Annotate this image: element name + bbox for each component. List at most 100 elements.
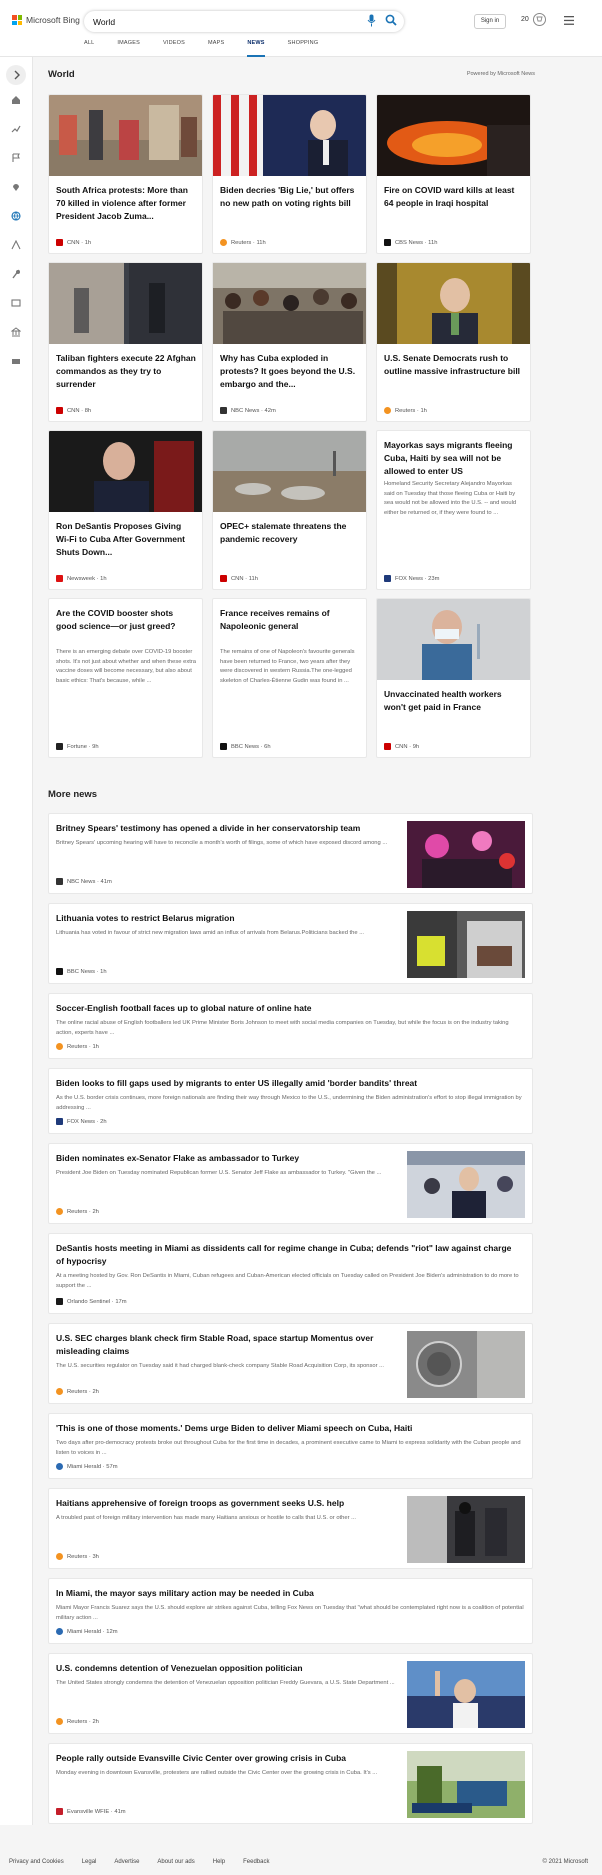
tab-shopping[interactable]: SHOPPING (288, 40, 319, 57)
science-icon[interactable] (11, 269, 21, 279)
card-title[interactable]: Unvaccinated health workers won't get pa… (384, 688, 524, 714)
list-item-title[interactable]: Biden looks to fill gaps used by migrant… (56, 1077, 417, 1090)
politics-icon[interactable] (11, 327, 21, 337)
card-source: Reuters · 11h (220, 239, 266, 246)
news-list-item[interactable]: Biden nominates ex-Senator Flake as amba… (48, 1143, 533, 1224)
news-card[interactable]: Mayorkas says migrants fleeing Cuba, Hai… (376, 430, 531, 590)
business-icon[interactable] (11, 240, 21, 250)
card-title[interactable]: Fire on COVID ward kills at least 64 peo… (384, 184, 524, 210)
card-image (49, 263, 202, 344)
list-item-title[interactable]: U.S. condemns detention of Venezuelan op… (56, 1662, 303, 1675)
list-item-image (407, 1151, 525, 1218)
news-list-item[interactable]: DeSantis hosts meeting in Miami as dissi… (48, 1233, 533, 1314)
news-card[interactable]: Are the COVID booster shots good science… (48, 598, 203, 758)
card-title[interactable]: Why has Cuba exploded in protests? It go… (220, 352, 360, 391)
money-icon[interactable] (11, 356, 21, 366)
search-box[interactable] (84, 11, 404, 32)
news-list-item[interactable]: Britney Spears' testimony has opened a d… (48, 813, 533, 894)
list-item-title[interactable]: DeSantis hosts meeting in Miami as dissi… (56, 1242, 516, 1268)
list-item-snippet: President Joe Biden on Tuesday nominated… (56, 1170, 382, 1176)
news-card[interactable]: Ron DeSantis Proposes Giving Wi-Fi to Cu… (48, 430, 203, 590)
category-rail (0, 57, 33, 1825)
card-snippet: Homeland Security Secretary Alejandro Ma… (384, 481, 517, 516)
list-item-title[interactable]: Lithuania votes to restrict Belarus migr… (56, 912, 235, 925)
search-icon[interactable] (385, 14, 397, 26)
rewards-points[interactable]: 20 (521, 16, 529, 23)
footer-link-privacy[interactable]: Privacy and Cookies (9, 1859, 64, 1865)
card-title[interactable]: Ron DeSantis Proposes Giving Wi-Fi to Cu… (56, 520, 196, 559)
footer-link-legal[interactable]: Legal (82, 1859, 97, 1865)
nbc-logo-icon (56, 878, 63, 885)
list-item-title[interactable]: U.S. SEC charges blank check firm Stable… (56, 1332, 401, 1358)
card-title[interactable]: U.S. Senate Democrats rush to outline ma… (384, 352, 524, 378)
list-item-snippet: As the U.S. border crisis continues, mor… (56, 1095, 522, 1111)
list-item-title[interactable]: In Miami, the mayor says military action… (56, 1587, 314, 1600)
news-list-item[interactable]: U.S. condemns detention of Venezuelan op… (48, 1653, 533, 1734)
rewards-icon[interactable] (533, 13, 546, 26)
bing-logo[interactable]: Microsoft Bing (12, 15, 80, 25)
list-item-title[interactable]: Britney Spears' testimony has opened a d… (56, 822, 360, 835)
footer-link-feedback[interactable]: Feedback (243, 1859, 269, 1865)
entertainment-icon[interactable] (11, 298, 21, 308)
card-title[interactable]: Biden decries 'Big Lie,' but offers no n… (220, 184, 360, 210)
news-card[interactable]: Taliban fighters execute 22 Afghan comma… (48, 262, 203, 422)
trending-icon[interactable] (11, 124, 21, 134)
search-input[interactable] (93, 15, 343, 28)
card-image (377, 95, 530, 176)
news-card[interactable]: Why has Cuba exploded in protests? It go… (212, 262, 367, 422)
powered-by[interactable]: Powered by Microsoft News (467, 71, 535, 77)
list-item-image (407, 821, 525, 888)
news-card[interactable]: Fire on COVID ward kills at least 64 peo… (376, 94, 531, 254)
news-list-item[interactable]: In Miami, the mayor says military action… (48, 1578, 533, 1644)
list-item-snippet: At a meeting hosted by Gov. Ron DeSantis… (56, 1273, 519, 1289)
home-icon[interactable] (11, 95, 21, 105)
list-item-title[interactable]: 'This is one of those moments.' Dems urg… (56, 1422, 412, 1435)
news-card[interactable]: Biden decries 'Big Lie,' but offers no n… (212, 94, 367, 254)
card-title[interactable]: France receives remains of Napoleonic ge… (220, 607, 360, 633)
card-title[interactable]: OPEC+ stalemate threatens the pandemic r… (220, 520, 360, 546)
wfie-logo-icon (56, 1808, 63, 1815)
bbc-logo-icon (220, 743, 227, 750)
list-item-title[interactable]: Soccer-English football faces up to glob… (56, 1002, 312, 1015)
card-title[interactable]: Mayorkas says migrants fleeing Cuba, Hai… (384, 439, 524, 478)
reuters-logo-icon (384, 407, 391, 414)
us-flag-icon[interactable] (11, 153, 21, 163)
tab-images[interactable]: IMAGES (117, 40, 140, 57)
tab-news[interactable]: NEWS (247, 40, 265, 57)
list-item-source: Reuters · 3h (56, 1553, 99, 1560)
tab-videos[interactable]: VIDEOS (163, 40, 185, 57)
news-card[interactable]: France receives remains of Napoleonic ge… (212, 598, 367, 758)
menu-icon[interactable] (564, 16, 574, 25)
news-card[interactable]: OPEC+ stalemate threatens the pandemic r… (212, 430, 367, 590)
news-list-item[interactable]: Soccer-English football faces up to glob… (48, 993, 533, 1059)
news-list-item[interactable]: Haitians apprehensive of foreign troops … (48, 1488, 533, 1569)
list-item-title[interactable]: Biden nominates ex-Senator Flake as amba… (56, 1152, 299, 1165)
list-item-image (407, 1751, 525, 1818)
card-title[interactable]: South Africa protests: More than 70 kill… (56, 184, 196, 223)
card-title[interactable]: Taliban fighters execute 22 Afghan comma… (56, 352, 196, 391)
news-list-item[interactable]: U.S. SEC charges blank check firm Stable… (48, 1323, 533, 1404)
footer-link-about-ads[interactable]: About our ads (157, 1859, 194, 1865)
reuters-logo-icon (56, 1718, 63, 1725)
news-list-item[interactable]: Lithuania votes to restrict Belarus migr… (48, 903, 533, 984)
card-title[interactable]: Are the COVID booster shots good science… (56, 607, 196, 633)
expand-rail-button[interactable] (6, 65, 26, 85)
news-card[interactable]: South Africa protests: More than 70 kill… (48, 94, 203, 254)
tab-all[interactable]: ALL (84, 40, 94, 57)
footer-link-advertise[interactable]: Advertise (114, 1859, 139, 1865)
list-item-title[interactable]: Haitians apprehensive of foreign troops … (56, 1497, 344, 1510)
news-list-item[interactable]: Biden looks to fill gaps used by migrant… (48, 1068, 533, 1134)
list-item-image (407, 1496, 525, 1563)
tab-maps[interactable]: MAPS (208, 40, 224, 57)
news-list-item[interactable]: 'This is one of those moments.' Dems urg… (48, 1413, 533, 1479)
location-icon[interactable] (11, 182, 21, 192)
sign-in-button[interactable]: Sign in (474, 14, 506, 29)
list-item-title[interactable]: People rally outside Evansville Civic Ce… (56, 1752, 346, 1765)
list-item-source: Reuters · 2h (56, 1388, 99, 1395)
news-card[interactable]: Unvaccinated health workers won't get pa… (376, 598, 531, 758)
news-list-item[interactable]: People rally outside Evansville Civic Ce… (48, 1743, 533, 1824)
microphone-icon[interactable] (367, 14, 376, 28)
news-card[interactable]: U.S. Senate Democrats rush to outline ma… (376, 262, 531, 422)
footer-link-help[interactable]: Help (213, 1859, 225, 1865)
globe-icon[interactable] (11, 211, 21, 221)
